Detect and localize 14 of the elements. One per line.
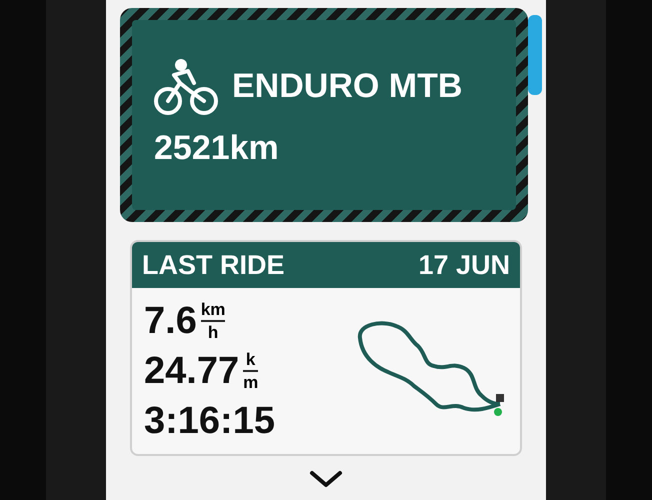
stat-value: 3:16:15 <box>144 399 275 444</box>
cyclist-icon <box>154 56 218 116</box>
stat-value: 7.6 <box>144 299 197 344</box>
stat-value: 24.77 <box>144 349 240 394</box>
card-title: LAST RIDE <box>142 248 285 282</box>
ride-date: 17 JUN <box>418 248 510 282</box>
profile-card[interactable]: ENDURO MTB 2521km <box>120 8 528 222</box>
chevron-down-icon[interactable] <box>309 470 343 488</box>
profile-name: ENDURO MTB <box>232 66 462 107</box>
unit-label: h <box>208 324 218 341</box>
total-distance: 2521km <box>154 128 280 168</box>
unit-label: k <box>246 351 256 368</box>
unit-label: m <box>243 374 258 391</box>
unit-label: km <box>200 301 226 318</box>
